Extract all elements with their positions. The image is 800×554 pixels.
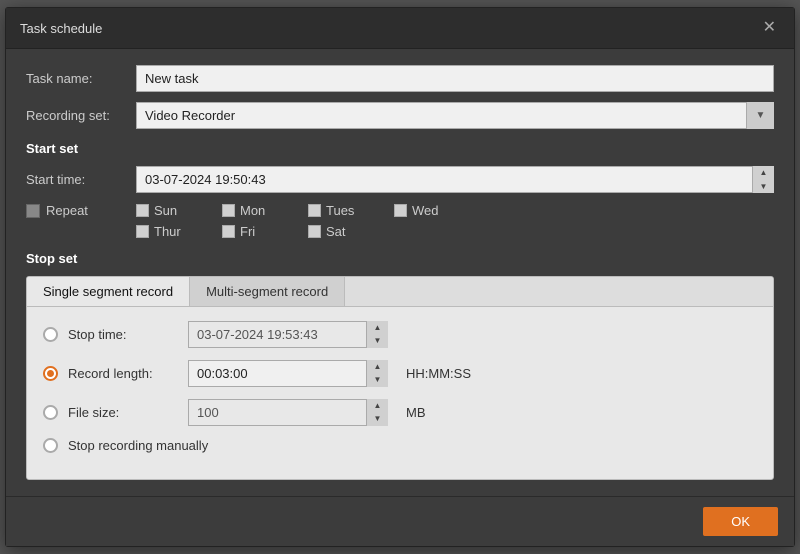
- file-size-spinner-buttons: ▲ ▼: [366, 399, 388, 426]
- recording-set-row: Recording set: Video Recorder: [26, 102, 774, 129]
- day-thur-checkbox[interactable]: [136, 225, 149, 238]
- stop-time-row: Stop time: ▲ ▼: [43, 321, 757, 348]
- tab-multi-segment[interactable]: Multi-segment record: [190, 277, 345, 306]
- dialog-content: Task name: Recording set: Video Recorder…: [6, 49, 794, 496]
- stop-manual-radio[interactable]: [43, 438, 58, 453]
- recording-set-select[interactable]: Video Recorder: [136, 102, 774, 129]
- day-tues-checkbox[interactable]: [308, 204, 321, 217]
- day-thur: Thur: [136, 224, 206, 239]
- stop-manual-row: Stop recording manually: [43, 438, 757, 453]
- day-wed-checkbox[interactable]: [394, 204, 407, 217]
- task-name-row: Task name:: [26, 65, 774, 92]
- record-length-unit: HH:MM:SS: [406, 366, 471, 381]
- dialog-footer: OK: [6, 496, 794, 546]
- repeat-row: Repeat Sun Mon Tues: [26, 203, 774, 239]
- stop-time-input[interactable]: [188, 321, 388, 348]
- stop-set-tabs: Single segment record Multi-segment reco…: [27, 277, 773, 307]
- record-length-radio[interactable]: [43, 366, 58, 381]
- day-fri-checkbox[interactable]: [222, 225, 235, 238]
- start-time-label: Start time:: [26, 172, 136, 187]
- recording-set-label: Recording set:: [26, 108, 136, 123]
- day-sun: Sun: [136, 203, 206, 218]
- stop-content: Stop time: ▲ ▼ Record length:: [27, 307, 773, 479]
- record-length-label: Record length:: [68, 366, 178, 381]
- stop-time-label: Stop time:: [68, 327, 178, 342]
- start-time-increment-button[interactable]: ▲: [753, 166, 774, 180]
- close-button[interactable]: ✕: [759, 18, 780, 38]
- record-length-row: Record length: ▲ ▼ HH:MM:SS: [43, 360, 757, 387]
- ok-button[interactable]: OK: [703, 507, 778, 536]
- start-time-spinner-buttons: ▲ ▼: [752, 166, 774, 193]
- file-size-radio[interactable]: [43, 405, 58, 420]
- day-sat-label: Sat: [326, 224, 346, 239]
- start-set-header: Start set: [26, 141, 774, 156]
- stop-time-increment-button[interactable]: ▲: [367, 321, 388, 335]
- record-length-decrement-button[interactable]: ▼: [367, 374, 388, 388]
- task-name-input[interactable]: [136, 65, 774, 92]
- stop-time-spinner-buttons: ▲ ▼: [366, 321, 388, 348]
- file-size-unit: MB: [406, 405, 426, 420]
- repeat-checkbox[interactable]: [26, 204, 40, 218]
- day-sun-label: Sun: [154, 203, 177, 218]
- day-tues: Tues: [308, 203, 378, 218]
- stop-set-header: Stop set: [26, 251, 774, 266]
- day-wed: Wed: [394, 203, 464, 218]
- day-mon-label: Mon: [240, 203, 265, 218]
- day-tues-label: Tues: [326, 203, 354, 218]
- dialog-title: Task schedule: [20, 21, 102, 36]
- stop-time-spinner: ▲ ▼: [188, 321, 388, 348]
- day-mon: Mon: [222, 203, 292, 218]
- repeat-label-area: Repeat: [26, 203, 136, 218]
- file-size-row: File size: ▲ ▼ MB: [43, 399, 757, 426]
- days-grid: Sun Mon Tues Wed: [136, 203, 464, 239]
- title-bar: Task schedule ✕: [6, 8, 794, 49]
- file-size-spinner: ▲ ▼: [188, 399, 388, 426]
- record-length-spinner-buttons: ▲ ▼: [366, 360, 388, 387]
- days-row-2: Thur Fri Sat: [136, 224, 464, 239]
- start-time-row: Start time: ▲ ▼: [26, 166, 774, 193]
- task-schedule-dialog: Task schedule ✕ Task name: Recording set…: [5, 7, 795, 547]
- day-sun-checkbox[interactable]: [136, 204, 149, 217]
- task-name-label: Task name:: [26, 71, 136, 86]
- day-fri: Fri: [222, 224, 292, 239]
- days-row-1: Sun Mon Tues Wed: [136, 203, 464, 218]
- start-time-input[interactable]: [136, 166, 774, 193]
- start-time-decrement-button[interactable]: ▼: [753, 180, 774, 194]
- file-size-increment-button[interactable]: ▲: [367, 399, 388, 413]
- day-fri-label: Fri: [240, 224, 255, 239]
- stop-time-radio[interactable]: [43, 327, 58, 342]
- file-size-label: File size:: [68, 405, 178, 420]
- stop-time-decrement-button[interactable]: ▼: [367, 335, 388, 349]
- day-wed-label: Wed: [412, 203, 439, 218]
- start-time-spinner: ▲ ▼: [136, 166, 774, 193]
- day-sat: Sat: [308, 224, 378, 239]
- file-size-decrement-button[interactable]: ▼: [367, 413, 388, 427]
- day-mon-checkbox[interactable]: [222, 204, 235, 217]
- tab-single-segment[interactable]: Single segment record: [27, 277, 190, 306]
- repeat-label: Repeat: [46, 203, 88, 218]
- day-thur-label: Thur: [154, 224, 181, 239]
- day-sat-checkbox[interactable]: [308, 225, 321, 238]
- stop-set-box: Single segment record Multi-segment reco…: [26, 276, 774, 480]
- stop-manual-label: Stop recording manually: [68, 438, 208, 453]
- record-length-increment-button[interactable]: ▲: [367, 360, 388, 374]
- record-length-input[interactable]: [188, 360, 388, 387]
- file-size-input[interactable]: [188, 399, 388, 426]
- record-length-spinner: ▲ ▼: [188, 360, 388, 387]
- recording-set-select-wrapper: Video Recorder: [136, 102, 774, 129]
